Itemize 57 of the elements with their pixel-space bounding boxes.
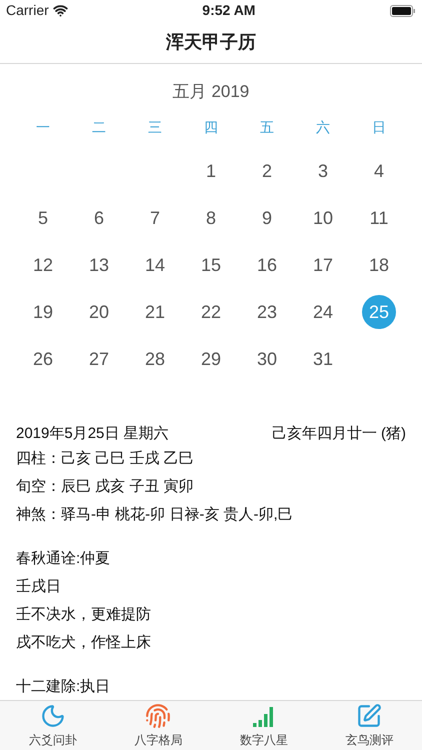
weekday-label: 三	[148, 118, 162, 137]
tab-bar-item[interactable]: 六爻问卦	[0, 701, 106, 750]
weekday-label: 四	[204, 118, 218, 137]
day-cell[interactable]: 13	[82, 248, 116, 282]
nav-title: 浑天甲子历	[166, 30, 256, 54]
tab-bar-item[interactable]: 八字格局	[106, 701, 211, 750]
wifi-icon	[52, 3, 68, 18]
day-cell[interactable]: 15	[194, 248, 228, 282]
weekday-label: 二	[92, 118, 106, 137]
solar-date: 2019年5月25日 星期六	[16, 424, 169, 444]
tab-bar-item[interactable]: 玄鸟测评	[316, 701, 422, 750]
day-cell[interactable]: 2	[250, 154, 284, 188]
tab-bar-item[interactable]: 数字八星	[211, 701, 316, 750]
day-cell[interactable]: 19	[26, 295, 60, 330]
day-cell[interactable]: 21	[138, 295, 172, 330]
detail-line: 神煞：驿马-申 桃花-卯 日禄-亥 贵人-卯,巳	[16, 504, 293, 525]
detail-line: 四柱：己亥 己巳 壬戌 乙巳	[16, 448, 194, 469]
day-cell[interactable]: 24	[306, 295, 340, 330]
day-cell[interactable]: 3	[306, 154, 340, 188]
lunar-date: 己亥年四月廿一 (猪)	[272, 424, 406, 444]
day-cell[interactable]: 31	[306, 342, 340, 376]
detail-line: 壬不决水，更难提防	[16, 604, 151, 625]
day-cell[interactable]: 12	[26, 248, 60, 282]
detail-line: 壬戌日	[16, 576, 61, 597]
day-cell[interactable]: 9	[250, 201, 284, 236]
day-cell[interactable]: 26	[26, 342, 60, 376]
day-cell[interactable]: 18	[362, 248, 396, 282]
carrier-label: Carrier	[6, 1, 49, 20]
battery-icon	[390, 4, 416, 17]
weekday-label: 六	[316, 118, 330, 137]
day-cell[interactable]: 8	[194, 201, 228, 236]
day-cell[interactable]: 5	[26, 201, 60, 236]
day-cell[interactable]: 29	[194, 342, 228, 376]
day-cell[interactable]: 16	[250, 248, 284, 282]
detail-line: 戌不吃犬，作怪上床	[16, 632, 151, 653]
weekday-label: 五	[260, 118, 274, 137]
day-cell[interactable]: 11	[362, 201, 396, 236]
day-cell[interactable]: 14	[138, 248, 172, 282]
day-cell[interactable]: 10	[306, 201, 340, 236]
detail-line: 春秋通诠:仲夏	[16, 548, 110, 569]
status-time: 9:52 AM	[202, 1, 256, 20]
day-cell[interactable]: 4	[362, 154, 396, 188]
day-cell[interactable]: 7	[138, 201, 172, 236]
weekday-label: 一	[36, 118, 50, 137]
month-title: 五月 2019	[172, 81, 250, 104]
weekday-label: 日	[372, 118, 386, 137]
detail-line: 十二建除:执日	[16, 676, 110, 697]
day-cell[interactable]: 20	[82, 295, 116, 330]
day-cell[interactable]: 27	[82, 342, 116, 376]
detail-line: 旬空：辰巳 戌亥 子丑 寅卯	[16, 476, 194, 497]
day-cell[interactable]: 30	[250, 342, 284, 376]
day-cell[interactable]: 23	[250, 295, 284, 330]
day-cell[interactable]: 1	[194, 154, 228, 188]
day-cell[interactable]: 22	[194, 295, 228, 330]
day-cell[interactable]: 6	[82, 201, 116, 236]
day-cell[interactable]: 17	[306, 248, 340, 282]
day-cell[interactable]: 28	[138, 342, 172, 376]
